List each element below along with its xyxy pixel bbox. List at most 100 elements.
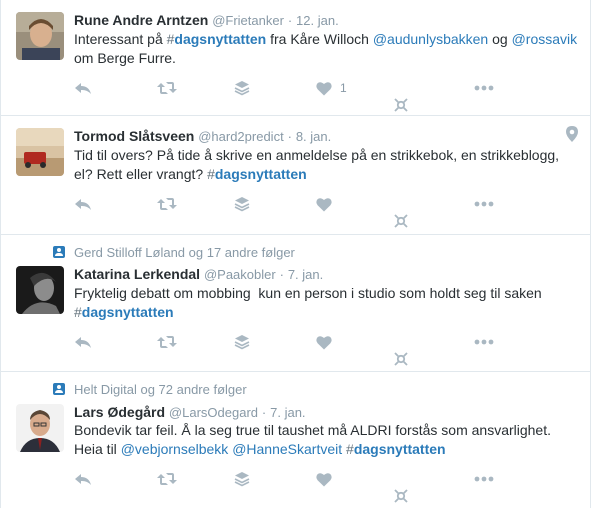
reply-button[interactable] <box>74 193 92 215</box>
tweet-actions <box>74 193 514 215</box>
timestamp[interactable]: 7. jan. <box>288 267 323 282</box>
like-button[interactable] <box>316 331 332 353</box>
tweet-header: Lars Ødegård @LarsOdegard · 7. jan. <box>74 403 570 422</box>
tweet-actions <box>74 468 514 490</box>
buffer-button[interactable] <box>234 77 250 99</box>
buffer-icon <box>234 472 250 487</box>
mention-link[interactable]: @vebjornselbekk <box>121 441 229 457</box>
separator-dot: · <box>287 13 293 28</box>
mention-link[interactable]: @rossavik <box>512 31 578 47</box>
like-icon <box>316 81 332 95</box>
text-segment: fra Kåre Willoch <box>266 31 373 47</box>
avatar[interactable] <box>16 404 64 452</box>
reply-button[interactable] <box>74 77 92 99</box>
follow-context[interactable]: Gerd Stilloff Løland og 17 andre følger <box>53 245 295 260</box>
buffer-button[interactable] <box>234 468 250 490</box>
username[interactable]: @LarsOdegard <box>169 405 258 420</box>
tweet-text: Fryktelig debatt om mobbing kun en perso… <box>74 284 580 322</box>
analytics-icon <box>394 489 408 503</box>
analytics-button[interactable] <box>393 351 409 367</box>
retweet-button[interactable] <box>157 468 177 490</box>
mention-link[interactable]: @HanneSkartveit <box>232 441 342 457</box>
hashtag-text: dagsnyttatten <box>353 441 446 457</box>
separator-dot: · <box>279 267 284 282</box>
username[interactable]: @Paakobler <box>204 267 276 282</box>
fullname[interactable]: Katarina Lerkendal <box>74 266 200 282</box>
analytics-button[interactable] <box>393 213 409 229</box>
hashtag-text: dagsnyttatten <box>174 31 267 47</box>
hashtag-text: dagsnyttatten <box>214 166 307 182</box>
timestamp[interactable]: 8. jan. <box>296 129 331 144</box>
buffer-button[interactable] <box>234 331 250 353</box>
like-button[interactable] <box>316 468 332 490</box>
tweet[interactable]: Helt Digital og 72 andre følger Lars Øde… <box>1 372 590 508</box>
more-button[interactable] <box>474 193 494 215</box>
retweet-icon <box>157 198 177 210</box>
follow-context[interactable]: Helt Digital og 72 andre følger <box>53 382 247 397</box>
analytics-icon <box>394 98 408 112</box>
like-icon <box>316 197 332 211</box>
retweet-button[interactable] <box>157 193 177 215</box>
hashtag-link[interactable]: #dagsnyttatten <box>74 304 174 320</box>
tweet-text: Bondevik tar feil. Å la seg true til tau… <box>74 421 580 459</box>
tweet-text: Interessant på #dagsnyttatten fra Kåre W… <box>74 30 580 68</box>
person-icon <box>53 383 65 395</box>
like-icon <box>316 472 332 486</box>
tweet-header: Rune Andre Arntzen @Frietanker · 12. jan… <box>74 11 570 30</box>
mention-text: vebjornselbekk <box>134 441 229 457</box>
avatar[interactable] <box>16 12 64 60</box>
retweet-button[interactable] <box>157 77 177 99</box>
hashtag-text: dagsnyttatten <box>81 304 174 320</box>
at-symbol: @ <box>120 441 135 457</box>
location-button[interactable] <box>566 126 578 147</box>
avatar[interactable] <box>16 266 64 314</box>
tweet[interactable]: Gerd Stilloff Løland og 17 andre følger … <box>1 235 590 372</box>
avatar[interactable] <box>16 128 64 176</box>
timestamp[interactable]: 7. jan. <box>270 405 305 420</box>
buffer-icon <box>234 335 250 350</box>
text-segment: og <box>488 31 512 47</box>
like-button[interactable]: 1 <box>316 77 347 99</box>
retweet-icon <box>157 473 177 485</box>
tweet-actions: 1 <box>74 77 514 99</box>
tweet-header: Katarina Lerkendal @Paakobler · 7. jan. <box>74 265 570 284</box>
buffer-icon <box>234 197 250 212</box>
buffer-button[interactable] <box>234 193 250 215</box>
reply-icon <box>75 83 91 94</box>
reply-button[interactable] <box>74 468 92 490</box>
username[interactable]: @hard2predict <box>198 129 283 144</box>
retweet-button[interactable] <box>157 331 177 353</box>
mention-text: audunlysbakken <box>387 31 489 47</box>
tweet-actions <box>74 331 514 353</box>
hashtag-link[interactable]: #dagsnyttatten <box>346 441 446 457</box>
at-symbol: @ <box>232 441 247 457</box>
text-segment: Fryktelig debatt om mobbing kun en perso… <box>74 285 546 301</box>
mention-text: HanneSkartveit <box>246 441 343 457</box>
hash-symbol: # <box>74 304 82 320</box>
fullname[interactable]: Lars Ødegård <box>74 404 165 420</box>
hash-symbol: # <box>207 166 215 182</box>
analytics-button[interactable] <box>393 97 409 113</box>
hashtag-link[interactable]: #dagsnyttatten <box>167 31 267 47</box>
more-button[interactable] <box>474 468 494 490</box>
hashtag-link[interactable]: #dagsnyttatten <box>207 166 307 182</box>
analytics-icon <box>394 214 408 228</box>
fullname[interactable]: Rune Andre Arntzen <box>74 12 208 28</box>
mention-link[interactable]: @audunlysbakken <box>373 31 488 47</box>
tweet-text: Tid til overs? På tide å skrive en anmel… <box>74 146 570 184</box>
username[interactable]: @Frietanker <box>212 13 284 28</box>
more-button[interactable] <box>474 331 494 353</box>
like-button[interactable] <box>316 193 332 215</box>
tweet[interactable]: Tormod Slåtsveen @hard2predict · 8. jan.… <box>1 116 590 235</box>
hash-symbol: # <box>346 441 354 457</box>
reply-button[interactable] <box>74 331 92 353</box>
fullname[interactable]: Tormod Slåtsveen <box>74 128 194 144</box>
analytics-button[interactable] <box>393 488 409 504</box>
more-button[interactable] <box>474 77 494 99</box>
mention-text: rossavik <box>525 31 578 47</box>
separator-dot: · <box>287 129 292 144</box>
analytics-icon <box>394 352 408 366</box>
tweet[interactable]: Rune Andre Arntzen @Frietanker · 12. jan… <box>1 0 590 116</box>
follow-context-text: Gerd Stilloff Løland og 17 andre følger <box>74 245 295 260</box>
timestamp[interactable]: 12. jan. <box>296 13 339 28</box>
